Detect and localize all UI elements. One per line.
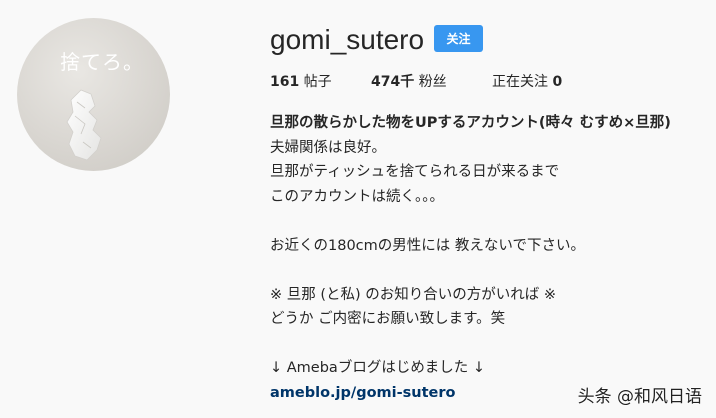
bio-line: 夫婦関係は良好。 xyxy=(270,139,386,156)
followers-label: 粉丝 xyxy=(418,74,447,90)
following-label: 正在关注 xyxy=(492,74,548,90)
watermark: 头条 @和风日语 xyxy=(577,387,702,407)
posts-count: 161 xyxy=(270,74,300,90)
posts-label: 帖子 xyxy=(303,74,332,90)
following-stat[interactable]: 正在关注 0 xyxy=(492,72,562,92)
bio-line: どうか ご内密にお願い致します。笑 xyxy=(270,311,506,327)
bio-line: 旦那がティッシュを捨てられる日が来るまで xyxy=(270,164,560,180)
profile-username: gomi_sutero xyxy=(270,24,425,55)
following-count: 0 xyxy=(552,74,563,90)
follow-button[interactable]: 关注 xyxy=(434,25,483,52)
profile-bio: 旦那の散らかした物をUPするアカウント(時々 むすめ×旦那) 夫婦関係は良好。 … xyxy=(270,111,671,405)
bio-line: お近くの180cmの男性には 教えないで下さい。 xyxy=(270,237,585,254)
bio-line: このアカウントは続く。。。 xyxy=(270,188,444,205)
bio-line: ※ 旦那 (と私) のお知り合いの方がいれば ※ xyxy=(270,286,557,303)
profile-avatar[interactable]: 捨てろ。 xyxy=(17,18,170,171)
avatar-caption: 捨てろ。 xyxy=(60,50,144,74)
bio-blank-line xyxy=(270,332,671,357)
tissue-icon xyxy=(66,89,102,161)
followers-count: 474千 xyxy=(371,74,415,90)
followers-stat[interactable]: 474千 粉丝 xyxy=(371,72,447,92)
bio-name: 旦那の散らかした物をUPするアカウント(時々 むすめ×旦那) xyxy=(270,115,671,131)
bio-blank-line xyxy=(270,258,671,283)
bio-blank-line xyxy=(270,209,671,234)
bio-line: ↓ Amebaブログはじめました ↓ xyxy=(270,360,486,376)
posts-stat[interactable]: 161 帖子 xyxy=(270,72,332,92)
